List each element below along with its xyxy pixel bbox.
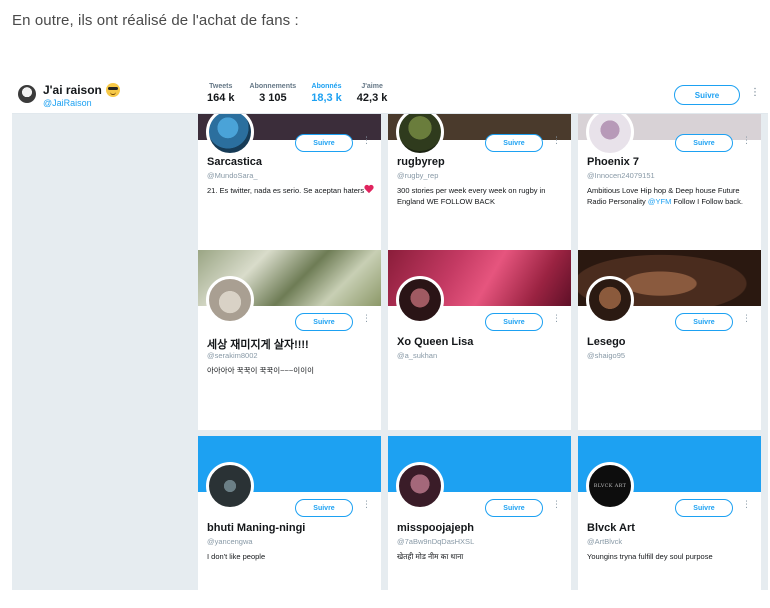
profile-name: J'ai raison — [43, 83, 120, 97]
card-handle[interactable]: @ArtBlvck — [587, 537, 622, 546]
card-bio: I don't like people — [207, 552, 266, 561]
more-options-icon[interactable]: ⋮ — [750, 88, 760, 98]
avatar-logo-text: BLVCK ART — [593, 483, 627, 489]
card-name[interactable]: misspoojajeph — [397, 522, 474, 534]
heart-icon — [364, 185, 374, 194]
card-bio: 아아아아 꾹꾹이 꾹꾹이~~~이이이 — [207, 366, 315, 375]
stat-likes[interactable]: J'aime 42,3 k — [357, 83, 388, 104]
stat-followers[interactable]: Abonnés 18,3 k — [311, 83, 342, 104]
stat-value: 3 105 — [259, 92, 287, 104]
follow-button[interactable]: Suivre — [485, 134, 543, 152]
card-name[interactable]: Sarcastica — [207, 156, 262, 168]
more-options-icon[interactable]: ⋮ — [552, 314, 561, 323]
profile-avatar[interactable] — [18, 85, 36, 103]
follow-button[interactable]: Suivre — [485, 499, 543, 517]
twitter-screenshot: J'ai raison @JaiRaison Tweets 164 k Abon… — [12, 76, 768, 590]
card-bio: खेतही मोड नीम का थाना — [397, 552, 464, 561]
more-options-icon[interactable]: ⋮ — [552, 136, 561, 145]
card-handle[interactable]: @a_sukhan — [397, 351, 437, 360]
card-avatar[interactable] — [206, 462, 254, 510]
profile-header[interactable]: J'ai raison @JaiRaison — [18, 83, 120, 108]
follow-button[interactable]: Suivre — [295, 134, 353, 152]
card-bio: 21. Es twitter, nada es serio. Se acepta… — [207, 185, 377, 196]
card-avatar[interactable] — [586, 276, 634, 324]
stat-value: 42,3 k — [356, 92, 388, 104]
follow-button[interactable]: Suivre — [295, 499, 353, 517]
card-bio: Ambitious Love Hip hop & Deep house Futu… — [587, 185, 757, 207]
card-name[interactable]: bhuti Maning-ningi — [207, 522, 305, 534]
stat-value: 164 k — [207, 92, 235, 104]
more-options-icon[interactable]: ⋮ — [742, 500, 751, 509]
card-bio: 300 stories per week every week on rugby… — [397, 186, 546, 206]
profile-topbar: J'ai raison @JaiRaison Tweets 164 k Abon… — [12, 76, 768, 114]
card-handle[interactable]: @Innocen24079151 — [587, 171, 655, 180]
more-options-icon[interactable]: ⋮ — [362, 500, 371, 509]
card-handle[interactable]: @7aBw9nDqDasHXSL — [397, 537, 474, 546]
stat-following[interactable]: Abonnements 3 105 — [250, 83, 297, 104]
card-name[interactable]: Blvck Art — [587, 522, 635, 534]
card-handle[interactable]: @yancengwa — [207, 537, 253, 546]
stat-label: Abonnés — [311, 83, 342, 90]
card-avatar[interactable] — [206, 276, 254, 324]
card-bio-text: Follow I Follow back. — [671, 197, 744, 206]
follower-card[interactable]: Suivre ⋮ Xo Queen Lisa @a_sukhan — [388, 250, 571, 430]
more-options-icon[interactable]: ⋮ — [742, 136, 751, 145]
card-name[interactable]: Phoenix 7 — [587, 156, 639, 168]
follower-card[interactable]: Suivre ⋮ misspoojajeph @7aBw9nDqDasHXSL … — [388, 436, 571, 590]
more-options-icon[interactable]: ⋮ — [362, 136, 371, 145]
card-handle[interactable]: @shaigo95 — [587, 351, 625, 360]
card-avatar[interactable] — [586, 114, 634, 156]
more-options-icon[interactable]: ⋮ — [742, 314, 751, 323]
card-name[interactable]: 세상 재미지게 살자!!!! — [207, 336, 309, 352]
follow-button[interactable]: Suivre — [485, 313, 543, 331]
profile-stats: Tweets 164 k Abonnements 3 105 Abonnés 1… — [207, 83, 402, 104]
stat-label: J'aime — [361, 83, 383, 90]
card-avatar[interactable] — [396, 114, 444, 156]
profile-name-text: J'ai raison — [43, 83, 102, 97]
profile-handle[interactable]: @JaiRaison — [43, 98, 120, 108]
bio-mention-link[interactable]: @YFM — [648, 197, 671, 206]
sunglasses-emoji-icon — [105, 83, 120, 97]
card-bio: Youngins tryna fulfill dey soul purpose — [587, 552, 713, 561]
card-handle[interactable]: @MundoSara_ — [207, 171, 258, 180]
card-name[interactable]: Lesego — [587, 336, 626, 348]
card-avatar[interactable]: BLVCK ART — [586, 462, 634, 510]
follower-card[interactable]: Suivre ⋮ Lesego @shaigo95 — [578, 250, 761, 430]
follower-card[interactable]: BLVCK ART Suivre ⋮ Blvck Art @ArtBlvck Y… — [578, 436, 761, 590]
follower-card[interactable]: Suivre ⋮ bhuti Maning-ningi @yancengwa I… — [198, 436, 381, 590]
more-options-icon[interactable]: ⋮ — [552, 500, 561, 509]
stat-label: Abonnements — [249, 83, 297, 90]
card-avatar[interactable] — [396, 462, 444, 510]
follow-button[interactable]: Suivre — [295, 313, 353, 331]
stat-tweets[interactable]: Tweets 164 k — [207, 83, 235, 104]
card-handle[interactable]: @serakim8002 — [207, 351, 258, 360]
stat-label: Tweets — [209, 83, 233, 90]
stat-value: 18,3 k — [311, 92, 342, 104]
follow-button[interactable]: Suivre — [675, 313, 733, 331]
intro-text: En outre, ils ont réalisé de l'achat de … — [12, 12, 299, 29]
follower-card[interactable]: Suivre ⋮ 세상 재미지게 살자!!!! @serakim8002 아아아… — [198, 250, 381, 430]
card-name[interactable]: rugbyrep — [397, 156, 445, 168]
card-avatar[interactable] — [206, 114, 254, 156]
card-handle[interactable]: @rugby_rep — [397, 171, 438, 180]
follow-button[interactable]: Suivre — [675, 499, 733, 517]
follow-button[interactable]: Suivre — [675, 134, 733, 152]
more-options-icon[interactable]: ⋮ — [362, 314, 371, 323]
card-name[interactable]: Xo Queen Lisa — [397, 336, 473, 348]
card-bio-text: 21. Es twitter, nada es serio. Se acepta… — [207, 186, 365, 195]
card-avatar[interactable] — [396, 276, 444, 324]
follow-button[interactable]: Suivre — [674, 85, 740, 105]
